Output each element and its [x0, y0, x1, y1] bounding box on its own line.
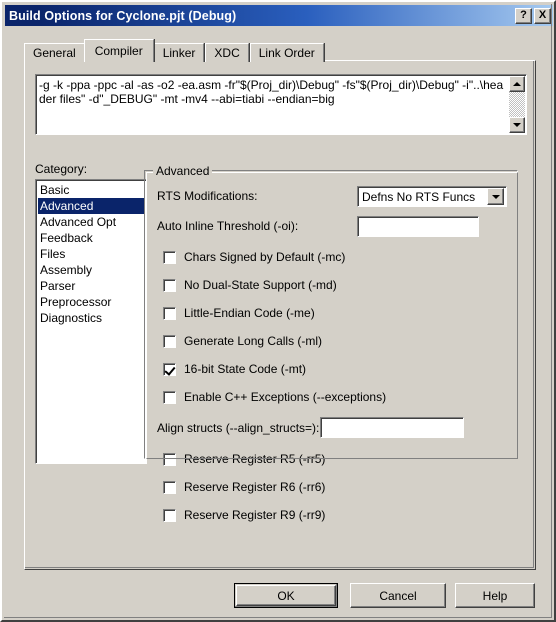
- list-item[interactable]: Feedback: [38, 230, 144, 246]
- list-item[interactable]: Diagnostics: [38, 310, 144, 326]
- checkbox-label: Chars Signed by Default (-mc): [184, 250, 346, 264]
- tab-strip: General Compiler Linker XDC Link Order: [24, 39, 325, 62]
- tab-general[interactable]: General: [24, 43, 85, 62]
- checkbox-checked-icon[interactable]: [163, 362, 176, 376]
- rts-modifications-dropdown[interactable]: Defns No RTS Funcs: [357, 186, 507, 207]
- cancel-button[interactable]: Cancel: [350, 583, 446, 608]
- command-line-textarea[interactable]: -g -k -ppa -ppc -al -as -o2 -ea.asm -fr"…: [35, 74, 527, 135]
- list-item[interactable]: Advanced: [38, 198, 144, 214]
- advanced-group-box: Advanced RTS Modifications: Defns No RTS…: [144, 164, 518, 522]
- auto-inline-threshold-label: Auto Inline Threshold (-oi):: [157, 219, 299, 233]
- list-item[interactable]: Preprocessor: [38, 294, 144, 310]
- title-bar[interactable]: Build Options for Cyclone.pjt (Debug) ? …: [5, 5, 553, 26]
- cancel-button-label: Cancel: [379, 588, 417, 603]
- auto-inline-threshold-label-row: Auto Inline Threshold (-oi):: [157, 219, 298, 233]
- checkbox-label: Reserve Register R9 (-rr9): [184, 508, 326, 522]
- checkbox-icon[interactable]: [163, 452, 176, 466]
- help-titlebar-button[interactable]: ?: [515, 7, 532, 24]
- command-line-scrollbar[interactable]: [509, 76, 525, 133]
- align-structs-label-row: Align structs (--align_structs=):: [157, 421, 319, 435]
- checkbox-label: Little-Endian Code (-me): [184, 306, 315, 320]
- checkbox-enable-cpp-exceptions[interactable]: Enable C++ Exceptions (--exceptions): [163, 390, 386, 404]
- checkbox-label: Generate Long Calls (-ml): [184, 334, 323, 348]
- checkbox-label: Enable C++ Exceptions (--exceptions): [184, 390, 387, 404]
- list-item[interactable]: Basic: [38, 182, 144, 198]
- tab-xdc[interactable]: XDC: [205, 43, 249, 62]
- tab-linker-label: Linker: [162, 46, 196, 60]
- triangle-down-icon: [513, 123, 521, 127]
- checkbox-icon[interactable]: [163, 390, 176, 404]
- checkbox-icon[interactable]: [163, 250, 176, 264]
- checkbox-chars-signed-by-default[interactable]: Chars Signed by Default (-mc): [163, 250, 345, 264]
- ok-button-label: OK: [277, 588, 295, 603]
- checkbox-icon[interactable]: [163, 278, 176, 292]
- window-title: Build Options for Cyclone.pjt (Debug): [9, 8, 237, 23]
- ok-button[interactable]: OK: [234, 583, 338, 608]
- category-listbox[interactable]: Basic Advanced Advanced Opt Feedback Fil…: [35, 179, 147, 464]
- list-item[interactable]: Files: [38, 246, 144, 262]
- compiler-tab-panel: -g -k -ppa -ppc -al -as -o2 -ea.asm -fr"…: [24, 60, 536, 570]
- chevron-down-icon[interactable]: [487, 188, 504, 205]
- question-mark-icon: ?: [520, 9, 527, 21]
- scroll-down-button[interactable]: [509, 117, 525, 133]
- checkbox-little-endian-code[interactable]: Little-Endian Code (-me): [163, 306, 315, 320]
- checkbox-16-bit-state-code[interactable]: 16-bit State Code (-mt): [163, 362, 306, 376]
- rts-modifications-label: RTS Modifications:: [157, 189, 258, 203]
- close-icon: X: [538, 9, 547, 21]
- list-item[interactable]: Advanced Opt: [38, 214, 144, 230]
- checkbox-reserve-register-r9[interactable]: Reserve Register R9 (-rr9): [163, 508, 325, 522]
- align-structs-input[interactable]: [320, 417, 464, 438]
- rts-modifications-value: Defns No RTS Funcs: [362, 189, 476, 204]
- tab-compiler[interactable]: Compiler: [83, 39, 154, 62]
- auto-inline-threshold-input[interactable]: [357, 216, 479, 237]
- checkbox-reserve-register-r5[interactable]: Reserve Register R5 (-rr5): [163, 452, 325, 466]
- checkbox-icon[interactable]: [163, 334, 176, 348]
- tab-compiler-label: Compiler: [94, 44, 143, 58]
- scroll-up-button[interactable]: [509, 76, 525, 92]
- help-button[interactable]: Help: [455, 583, 535, 608]
- checkbox-label: Reserve Register R5 (-rr5): [184, 452, 326, 466]
- triangle-up-icon: [513, 82, 521, 86]
- list-item[interactable]: Assembly: [38, 262, 144, 278]
- tab-general-label: General: [33, 46, 76, 60]
- checkbox-label: 16-bit State Code (-mt): [184, 362, 307, 376]
- checkbox-reserve-register-r6[interactable]: Reserve Register R6 (-rr6): [163, 480, 325, 494]
- checkbox-generate-long-calls[interactable]: Generate Long Calls (-ml): [163, 334, 322, 348]
- tab-linker[interactable]: Linker: [153, 43, 205, 62]
- tab-link-order[interactable]: Link Order: [249, 43, 324, 62]
- checkbox-label: No Dual-State Support (-md): [184, 278, 337, 292]
- checkbox-label: Reserve Register R6 (-rr6): [184, 480, 326, 494]
- close-button[interactable]: X: [534, 7, 551, 24]
- checkbox-no-dual-state-support[interactable]: No Dual-State Support (-md): [163, 278, 337, 292]
- list-item[interactable]: Parser: [38, 278, 144, 294]
- checkbox-icon[interactable]: [163, 508, 176, 522]
- category-label: Category:: [35, 162, 88, 176]
- checkbox-icon[interactable]: [163, 306, 176, 320]
- build-options-dialog: Build Options for Cyclone.pjt (Debug) ? …: [0, 0, 556, 622]
- command-line-value: -g -k -ppa -ppc -al -as -o2 -ea.asm -fr"…: [39, 78, 504, 106]
- rts-modifications-label-row: RTS Modifications:: [157, 189, 257, 203]
- advanced-group-title: Advanced: [153, 164, 213, 178]
- tab-xdc-label: XDC: [214, 46, 240, 60]
- align-structs-label: Align structs (--align_structs=):: [157, 421, 320, 435]
- tab-link-order-label: Link Order: [258, 46, 315, 60]
- help-button-label: Help: [482, 588, 508, 603]
- checkbox-icon[interactable]: [163, 480, 176, 494]
